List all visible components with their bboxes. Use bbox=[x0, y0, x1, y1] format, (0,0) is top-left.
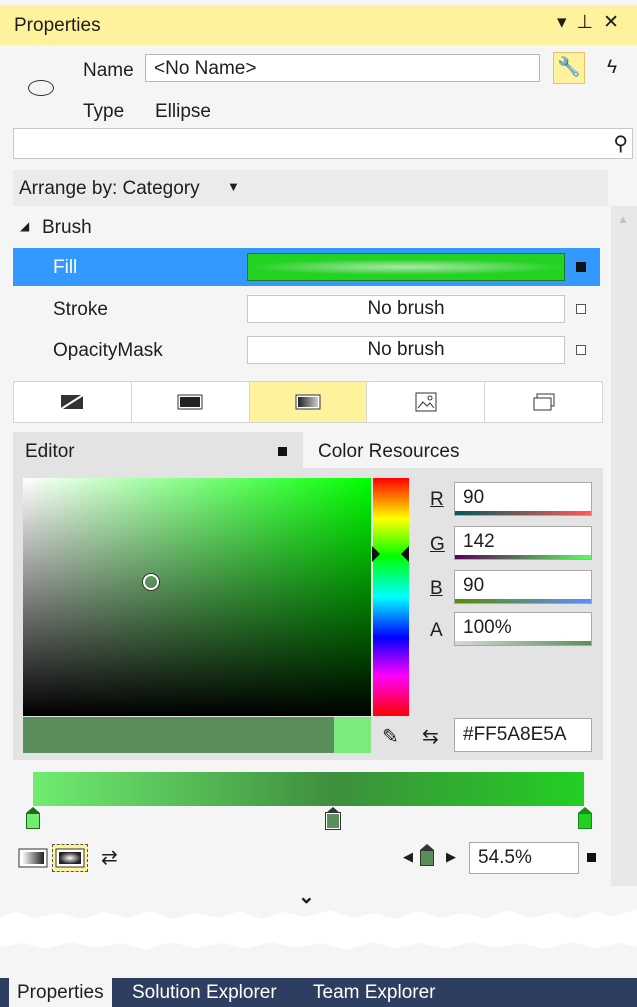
type-value: Ellipse bbox=[155, 101, 211, 122]
dropdown-arrow-icon: ▼ bbox=[227, 179, 240, 194]
gradient-brush-icon bbox=[295, 394, 321, 410]
a-input[interactable]: 100% bbox=[454, 612, 592, 646]
a-value: 100% bbox=[463, 617, 512, 638]
panel-title: Properties bbox=[14, 15, 101, 36]
tab-team-explorer[interactable]: Team Explorer bbox=[305, 978, 444, 1007]
hue-marker-right-icon[interactable] bbox=[401, 546, 409, 562]
b-input[interactable]: 90 bbox=[454, 570, 592, 604]
property-row-stroke[interactable]: Stroke No brush bbox=[13, 290, 600, 328]
tool-window-tabs: Properties Solution Explorer Team Explor… bbox=[0, 978, 637, 1007]
collapse-icon[interactable]: ◢ bbox=[20, 219, 29, 233]
title-buttons: ▾⊥✕ bbox=[557, 11, 629, 34]
category-brush[interactable]: Brush bbox=[42, 217, 92, 239]
gradient-stop-selected[interactable] bbox=[325, 807, 341, 830]
properties-button[interactable]: 🔧 bbox=[553, 52, 585, 84]
saturation-value-picker[interactable] bbox=[23, 478, 371, 716]
expand-chevron-icon[interactable]: ⌄ bbox=[298, 884, 315, 909]
pin-icon[interactable]: ⊥ bbox=[577, 12, 604, 33]
r-label: R bbox=[430, 489, 444, 510]
fill-swatch[interactable] bbox=[247, 253, 565, 281]
tab-image-brush[interactable] bbox=[367, 382, 486, 422]
arrange-by-dropdown[interactable]: Arrange by: Category ▼ bbox=[13, 170, 608, 206]
property-row-fill[interactable]: Fill bbox=[13, 248, 600, 286]
linear-gradient-button[interactable] bbox=[18, 848, 48, 874]
tab-solution-explorer[interactable]: Solution Explorer bbox=[124, 978, 285, 1007]
radial-gradient-button[interactable] bbox=[52, 844, 88, 872]
advanced-options-icon[interactable] bbox=[278, 447, 287, 456]
advanced-options-icon[interactable] bbox=[576, 304, 586, 314]
r-gradient bbox=[455, 511, 591, 515]
torn-edge bbox=[0, 895, 637, 965]
b-gradient bbox=[455, 599, 591, 603]
advanced-options-icon[interactable] bbox=[576, 345, 586, 355]
r-value: 90 bbox=[463, 487, 485, 508]
gradient-offset-input[interactable]: 54.5% bbox=[469, 842, 579, 874]
advanced-options-icon[interactable] bbox=[587, 853, 596, 862]
g-gradient bbox=[455, 555, 591, 559]
name-input[interactable]: <No Name> bbox=[145, 54, 540, 82]
gradient-stop-0[interactable] bbox=[26, 807, 40, 829]
dropdown-icon[interactable]: ▾ bbox=[557, 12, 577, 33]
tab-properties[interactable]: Properties bbox=[9, 978, 112, 1007]
selected-stop-indicator bbox=[420, 844, 434, 866]
lightning-icon: ϟ bbox=[606, 57, 618, 78]
brush-resources-icon bbox=[533, 393, 555, 411]
ellipse-icon bbox=[28, 80, 54, 96]
r-input[interactable]: 90 bbox=[454, 482, 592, 516]
tab-editor-label: Editor bbox=[25, 441, 75, 462]
fill-label: Fill bbox=[53, 257, 78, 278]
stroke-value[interactable]: No brush bbox=[247, 295, 565, 323]
hex-input[interactable]: #FF5A8E5A bbox=[454, 718, 592, 752]
g-input[interactable]: 142 bbox=[454, 526, 592, 560]
editor-tabs: Editor Color Resources bbox=[13, 432, 603, 470]
reverse-gradient-stops-icon[interactable]: ⇄ bbox=[101, 845, 118, 870]
b-value: 90 bbox=[463, 575, 485, 596]
stroke-label: Stroke bbox=[53, 299, 108, 320]
gradient-bar[interactable] bbox=[33, 772, 584, 806]
hue-slider[interactable] bbox=[373, 478, 409, 716]
tab-gradient-brush[interactable] bbox=[249, 382, 368, 422]
opacitymask-label: OpacityMask bbox=[53, 340, 163, 361]
vertical-scrollbar[interactable]: ▲ bbox=[611, 206, 637, 886]
a-label: A bbox=[430, 620, 443, 641]
scroll-up-icon[interactable]: ▲ bbox=[617, 212, 629, 226]
a-gradient bbox=[455, 641, 591, 645]
g-value: 142 bbox=[463, 531, 495, 552]
current-color-preview bbox=[23, 717, 334, 753]
type-label: Type bbox=[83, 101, 125, 122]
opacitymask-value[interactable]: No brush bbox=[247, 336, 565, 364]
no-brush-icon bbox=[60, 394, 84, 410]
search-icon: ⚲ bbox=[613, 133, 628, 155]
property-row-opacitymask[interactable]: OpacityMask No brush bbox=[13, 331, 600, 369]
previous-stop-icon[interactable]: ◀ bbox=[403, 849, 413, 865]
image-brush-icon bbox=[415, 392, 437, 412]
solid-color-brush-icon bbox=[177, 394, 203, 410]
g-label: G bbox=[430, 534, 445, 555]
tab-editor[interactable]: Editor bbox=[13, 432, 303, 470]
search-input[interactable]: ⚲ bbox=[13, 128, 633, 159]
close-icon[interactable]: ✕ bbox=[603, 12, 629, 33]
color-mode-toggle-icon[interactable]: ⇆ bbox=[422, 724, 439, 749]
arrange-by-label: Arrange by: Category bbox=[19, 178, 200, 199]
tab-no-brush[interactable] bbox=[14, 382, 132, 422]
color-picker-cursor[interactable] bbox=[143, 574, 159, 590]
tab-color-resources[interactable]: Color Resources bbox=[318, 441, 460, 463]
hue-marker-left-icon[interactable] bbox=[372, 546, 380, 562]
wrench-icon: 🔧 bbox=[557, 57, 581, 78]
name-label: Name bbox=[83, 60, 134, 81]
brush-type-tabs bbox=[13, 381, 603, 423]
advanced-options-icon[interactable] bbox=[576, 262, 586, 272]
gradient-stop-1[interactable] bbox=[578, 807, 592, 829]
events-button[interactable]: ϟ bbox=[596, 52, 628, 84]
initial-color-preview[interactable] bbox=[334, 717, 371, 753]
b-label: B bbox=[430, 578, 443, 599]
next-stop-icon[interactable]: ▶ bbox=[446, 849, 456, 865]
radial-gradient-icon bbox=[55, 848, 85, 868]
tab-solid-color-brush[interactable] bbox=[132, 382, 250, 422]
eyedropper-icon[interactable]: ✎ bbox=[382, 724, 399, 749]
linear-gradient-icon bbox=[18, 848, 48, 868]
tab-brush-resources[interactable] bbox=[485, 382, 602, 422]
